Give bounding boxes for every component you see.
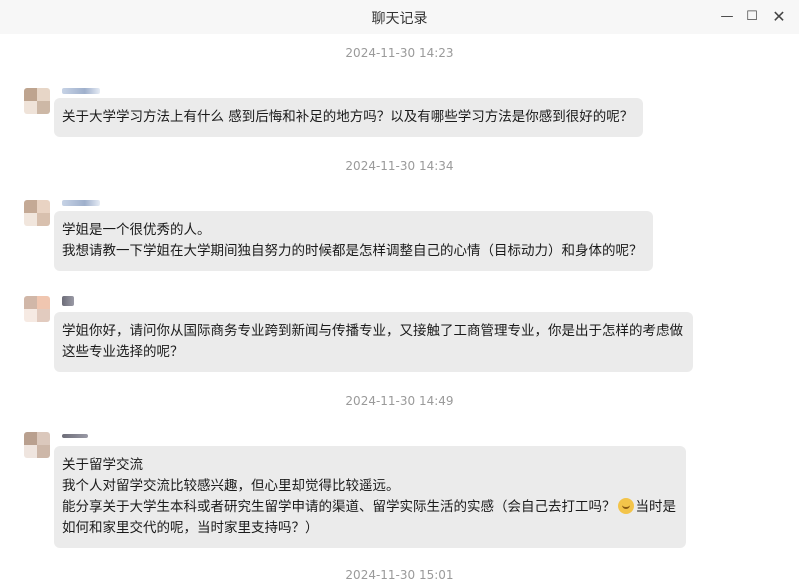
sender-name-blurred [62,88,100,94]
sender-name-blurred [62,296,74,306]
message-text: 关于大学学习方法上有什么 感到后悔和补足的地方吗？以及有哪些学习方法是你感到很好… [62,109,634,125]
message-text: 我个人对留学交流比较感兴趣，但心里却觉得比较遥远。 [62,478,400,494]
message-bubble[interactable]: 关于留学交流 我个人对留学交流比较感兴趣，但心里却觉得比较遥远。 能分享关于大学… [54,446,686,548]
message-bubble[interactable]: 学姐你好，请问你从国际商务专业跨到新闻与传播专业，又接触了工商管理专业，你是出于… [54,312,693,372]
avatar[interactable] [24,432,50,458]
message-text: 当时是 [635,499,677,515]
title-bar: 聊天记录 — ☐ ✕ [0,0,799,34]
avatar[interactable] [24,200,50,226]
message-text: 这些专业选择的呢？ [62,344,184,360]
thinking-emoji-icon [617,498,634,514]
message-text: 学姐是一个很优秀的人。 [62,222,211,238]
message-text: 能分享关于大学生本科或者研究生留学申请的渠道、留学实际生活的实感（会自己去打工吗… [62,499,616,515]
message-text-row: 能分享关于大学生本科或者研究生留学申请的渠道、留学实际生活的实感（会自己去打工吗… [62,497,676,518]
timestamp: 2024-11-30 14:49 [345,394,454,408]
window-title: 聊天记录 [371,11,428,27]
timestamp: 2024-11-30 14:34 [345,159,454,173]
message-text: 如何和家里交代的呢，当时家里支持吗？） [62,520,319,536]
message-text: 关于留学交流 [62,457,143,473]
message-text: 学姐你好，请问你从国际商务专业跨到新闻与传播专业，又接触了工商管理专业，你是出于… [62,323,683,339]
avatar[interactable] [24,88,50,114]
message-bubble[interactable]: 学姐是一个很优秀的人。 我想请教一下学姐在大学期间独自努力的时候都是怎样调整自己… [54,211,653,271]
timestamp: 2024-11-30 15:01 [345,568,454,579]
close-button[interactable]: ✕ [768,6,790,28]
sender-name-blurred [62,434,88,438]
avatar[interactable] [24,296,50,322]
minimize-button[interactable]: — [716,6,738,28]
message-bubble[interactable]: 关于大学学习方法上有什么 感到后悔和补足的地方吗？以及有哪些学习方法是你感到很好… [54,98,644,137]
chat-history[interactable]: 2024-11-30 14:23 关于大学学习方法上有什么 感到后悔和补足的地方… [0,34,799,579]
maximize-button[interactable]: ☐ [741,6,763,28]
sender-name-blurred [62,200,100,206]
timestamp: 2024-11-30 14:23 [345,46,454,60]
message-text: 我想请教一下学姐在大学期间独自努力的时候都是怎样调整自己的心情（目标动力）和身体… [62,243,643,259]
